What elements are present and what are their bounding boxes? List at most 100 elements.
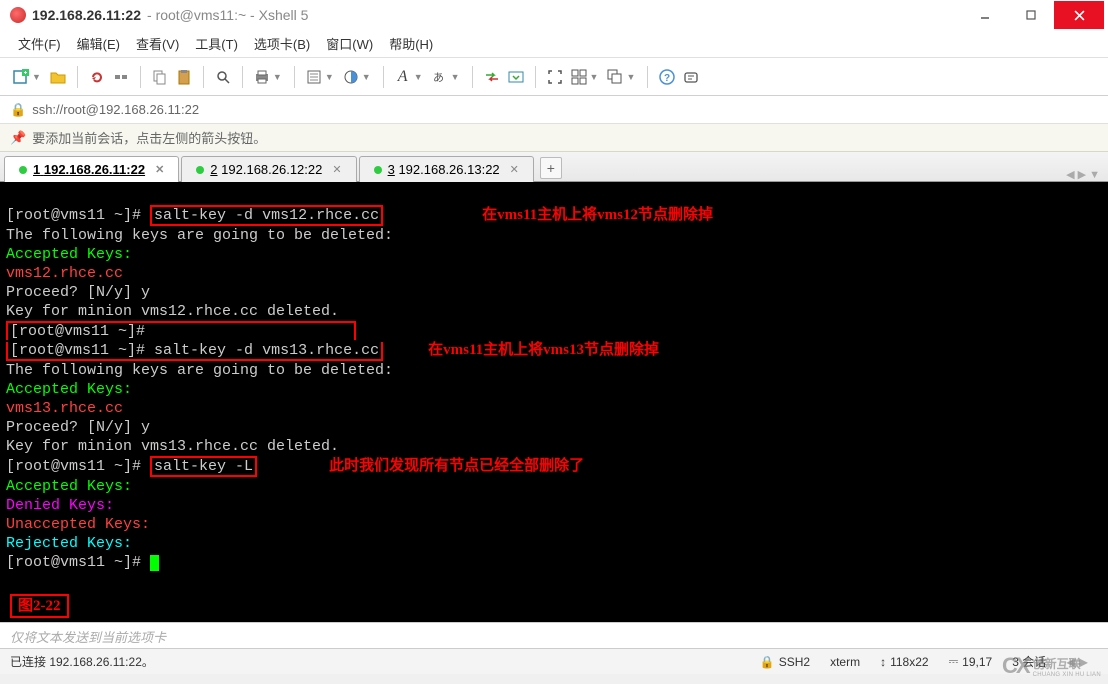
terminal-command: salt-key -L <box>154 458 253 475</box>
tab-close-icon[interactable]: ✕ <box>332 163 341 176</box>
compose-icon[interactable] <box>680 66 702 88</box>
window-title-sub: - root@vms11:~ - Xshell 5 <box>147 7 308 23</box>
terminal-output: Accepted Keys: <box>6 246 132 263</box>
hint-text: 要添加当前会话，点击左侧的箭头按钮。 <box>32 128 266 147</box>
status-protocol: 🔒SSH2 <box>750 655 820 669</box>
figure-label: 图2-22 <box>10 597 69 616</box>
status-connection: 已连接 192.168.26.11:22。 <box>10 653 154 670</box>
encoding-icon[interactable]: あ <box>429 66 451 88</box>
terminal-output: Key for minion vms12.rhce.cc deleted. <box>6 303 339 320</box>
copy-icon[interactable] <box>149 66 171 88</box>
close-button[interactable] <box>1054 1 1104 29</box>
tab-session-1[interactable]: 1 192.168.26.11:22 ✕ <box>4 156 179 182</box>
cascade-icon[interactable] <box>604 66 626 88</box>
tab-close-icon[interactable]: ✕ <box>155 163 164 176</box>
new-session-icon[interactable] <box>10 66 32 88</box>
terminal-output: Accepted Keys: <box>6 478 132 495</box>
dropdown-icon[interactable]: ▼ <box>273 72 282 82</box>
xftp-icon[interactable] <box>505 66 527 88</box>
terminal-command: salt-key -d vms13.rhce.cc <box>154 342 379 359</box>
annotation: 在vms11主机上将vms12节点删除掉 <box>482 207 713 223</box>
terminal-output: Rejected Keys: <box>6 535 132 552</box>
dropdown-icon[interactable]: ▼ <box>325 72 334 82</box>
dropdown-icon[interactable]: ▼ <box>451 72 460 82</box>
prompt: [root@vms11 ~]# <box>6 207 141 224</box>
menu-window[interactable]: 窗口(W) <box>320 30 379 57</box>
watermark: CX 创新互联 CHUANG XIN HU LIAN <box>1002 650 1102 682</box>
toolbar: ▼ ▼ ▼ ▼ A ▼ あ ▼ ▼ ▼ ? <box>0 58 1108 96</box>
app-icon <box>10 7 26 23</box>
address-url: ssh://root@192.168.26.11:22 <box>32 102 199 117</box>
svg-text:?: ? <box>664 73 670 84</box>
multi-send-input[interactable]: 仅将文本发送到当前选项卡 <box>0 622 1108 648</box>
terminal-output: Accepted Keys: <box>6 381 132 398</box>
terminal-output: The following keys are going to be delet… <box>6 227 393 244</box>
menubar: 文件(F) 编辑(E) 查看(V) 工具(T) 选项卡(B) 窗口(W) 帮助(… <box>0 30 1108 58</box>
terminal-output: vms12.rhce.cc <box>6 265 123 282</box>
tab-close-icon[interactable]: ✕ <box>510 163 519 176</box>
menu-edit[interactable]: 编辑(E) <box>71 30 126 57</box>
dropdown-icon[interactable]: ▼ <box>590 72 599 82</box>
input-placeholder: 仅将文本发送到当前选项卡 <box>10 630 166 645</box>
terminal-output: Denied Keys: <box>6 497 114 514</box>
minimize-button[interactable] <box>962 1 1008 29</box>
lock-icon: 🔒 <box>10 102 26 118</box>
terminal[interactable]: [root@vms11 ~]# salt-key -d vms12.rhce.c… <box>0 182 1108 622</box>
status-bar: 已连接 192.168.26.11:22。 🔒SSH2 xterm ↕ 118x… <box>0 648 1108 674</box>
tab-nav[interactable]: ◀ ▶ ▼ <box>1066 168 1100 181</box>
tab-session-2[interactable]: 2 192.168.26.12:22 ✕ <box>181 156 356 182</box>
properties-icon[interactable] <box>303 66 325 88</box>
prompt: [root@vms11 ~]# <box>6 554 141 571</box>
tile-icon[interactable] <box>568 66 590 88</box>
prompt: [root@vms11 ~]# <box>6 458 141 475</box>
print-icon[interactable] <box>251 66 273 88</box>
annotation: 此时我们发现所有节点已经全部删除了 <box>329 458 584 474</box>
paste-icon[interactable] <box>173 66 195 88</box>
terminal-command: salt-key -d vms12.rhce.cc <box>154 207 379 224</box>
cursor <box>150 555 159 571</box>
maximize-button[interactable] <box>1008 1 1054 29</box>
tab-session-3[interactable]: 3 192.168.26.13:22 ✕ <box>359 156 534 182</box>
menu-file[interactable]: 文件(F) <box>12 30 67 57</box>
reconnect-icon[interactable] <box>86 66 108 88</box>
dropdown-icon[interactable]: ▼ <box>32 72 41 82</box>
add-tab-button[interactable]: + <box>540 157 562 179</box>
terminal-output: Unaccepted Keys: <box>6 516 150 533</box>
disconnect-icon[interactable] <box>110 66 132 88</box>
menu-help[interactable]: 帮助(H) <box>383 30 439 57</box>
fullscreen-icon[interactable] <box>544 66 566 88</box>
pin-icon[interactable]: 📌 <box>10 130 26 146</box>
window-title-main: 192.168.26.11:22 <box>32 7 141 23</box>
status-dot-icon <box>374 166 382 174</box>
menu-view[interactable]: 查看(V) <box>130 30 185 57</box>
menu-tabs[interactable]: 选项卡(B) <box>248 30 316 57</box>
status-term: xterm <box>820 655 870 669</box>
tab-strip: 1 192.168.26.11:22 ✕ 2 192.168.26.12:22 … <box>0 152 1108 182</box>
dropdown-icon[interactable]: ▼ <box>626 72 635 82</box>
annotation: 在vms11主机上将vms13节点删除掉 <box>428 342 659 358</box>
menu-tools[interactable]: 工具(T) <box>189 30 244 57</box>
open-icon[interactable] <box>47 66 69 88</box>
status-dot-icon <box>19 166 27 174</box>
status-dot-icon <box>196 166 204 174</box>
window-titlebar: 192.168.26.11:22 - root@vms11:~ - Xshell… <box>0 0 1108 30</box>
hint-bar: 📌 要添加当前会话，点击左侧的箭头按钮。 <box>0 124 1108 152</box>
transfer-icon[interactable] <box>481 66 503 88</box>
terminal-output: Proceed? [N/y] y <box>6 284 150 301</box>
dropdown-icon[interactable]: ▼ <box>414 72 423 82</box>
status-size: ↕ 118x22 <box>870 655 938 669</box>
font-icon[interactable]: A <box>392 66 414 88</box>
colorscheme-icon[interactable] <box>340 66 362 88</box>
dropdown-icon[interactable]: ▼ <box>362 72 371 82</box>
terminal-output: Proceed? [N/y] y <box>6 419 150 436</box>
help-icon[interactable]: ? <box>656 66 678 88</box>
terminal-output: vms13.rhce.cc <box>6 400 123 417</box>
search-icon[interactable] <box>212 66 234 88</box>
address-bar[interactable]: 🔒 ssh://root@192.168.26.11:22 <box>0 96 1108 124</box>
prompt: [root@vms11 ~]# <box>10 323 145 340</box>
status-cursor-pos: ⎓ 19,17 <box>939 654 1003 669</box>
terminal-output: Key for minion vms13.rhce.cc deleted. <box>6 438 339 455</box>
lock-icon: 🔒 <box>760 655 775 669</box>
terminal-output: The following keys are going to be delet… <box>6 362 393 379</box>
prompt: [root@vms11 ~]# <box>10 342 145 359</box>
